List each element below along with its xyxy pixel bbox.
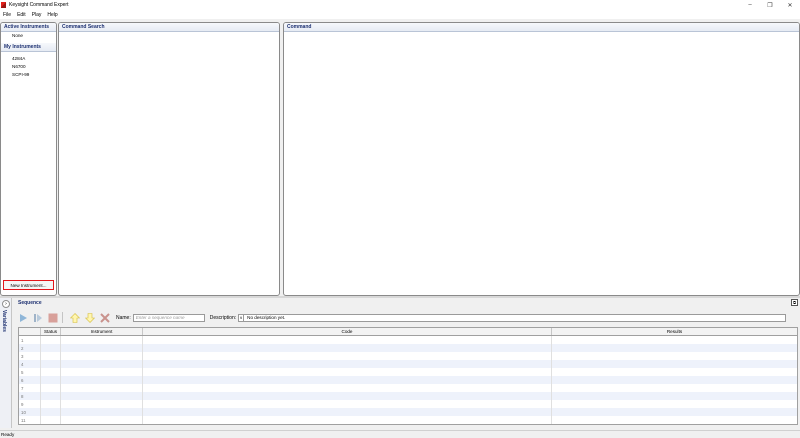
column-header-status[interactable]: Status xyxy=(41,328,61,335)
menu-play[interactable]: Play xyxy=(29,12,45,18)
my-instruments-header: My Instruments xyxy=(1,43,56,52)
instruments-panel: Active Instruments None My Instruments 4… xyxy=(0,22,57,296)
column-header-results[interactable]: Results xyxy=(552,328,797,335)
row-number: 8 xyxy=(19,392,41,400)
row-number: 4 xyxy=(19,360,41,368)
status-bar: Ready xyxy=(0,430,800,438)
toolbar-separator xyxy=(62,312,63,323)
command-header: Command xyxy=(284,23,799,32)
row-number: 10 xyxy=(19,408,41,416)
table-row[interactable]: 11 xyxy=(19,416,797,424)
menu-edit[interactable]: Edit xyxy=(14,12,29,18)
row-number: 11 xyxy=(19,416,41,424)
window-title: Keysight Command Expert xyxy=(9,2,69,8)
table-row[interactable]: 3 xyxy=(19,352,797,360)
grid-header: Status Instrument Code Results xyxy=(19,328,797,336)
delete-icon[interactable] xyxy=(98,311,111,324)
sequence-grid: Status Instrument Code Results 1 2 3 4 5… xyxy=(18,327,798,425)
row-number: 6 xyxy=(19,376,41,384)
column-header-instrument[interactable]: Instrument xyxy=(61,328,143,335)
minimize-button[interactable]: – xyxy=(740,0,760,10)
variables-label: Variables xyxy=(1,310,7,332)
active-instruments-header: Active Instruments xyxy=(1,23,56,32)
table-row[interactable]: 1 xyxy=(19,336,797,344)
sequence-panel: Sequence ⧉ Name: Enter a sequence name D… xyxy=(14,298,800,428)
sequence-toolbar: Name: Enter a sequence name Description:… xyxy=(14,310,800,325)
row-number: 2 xyxy=(19,344,41,352)
close-button[interactable]: ✕ xyxy=(780,0,800,10)
expand-variables-icon[interactable]: › xyxy=(2,300,10,308)
stop-icon[interactable] xyxy=(46,311,59,324)
move-up-icon[interactable] xyxy=(68,311,81,324)
app-logo-icon xyxy=(1,2,6,8)
table-row[interactable]: 5 xyxy=(19,368,797,376)
table-row[interactable]: 6 xyxy=(19,376,797,384)
menu-file[interactable]: File xyxy=(0,12,14,18)
table-row[interactable]: 7 xyxy=(19,384,797,392)
menu-bar: File Edit Play Help xyxy=(0,10,800,19)
table-row[interactable]: 8 xyxy=(19,392,797,400)
title-bar: Keysight Command Expert – ❐ ✕ xyxy=(0,0,800,10)
sequence-name-label: Name: xyxy=(116,314,131,321)
sequence-description-label: Description: xyxy=(209,314,237,321)
row-number: 9 xyxy=(19,400,41,408)
step-icon[interactable] xyxy=(31,311,44,324)
row-number: 1 xyxy=(19,336,41,344)
menu-help[interactable]: Help xyxy=(44,12,60,18)
column-header-number xyxy=(19,328,41,335)
table-row[interactable]: 10 xyxy=(19,408,797,416)
sequence-name-input[interactable]: Enter a sequence name xyxy=(132,313,205,322)
new-instrument-button[interactable]: New Instrument... xyxy=(3,280,54,290)
move-down-icon[interactable] xyxy=(83,311,96,324)
sequence-description-input[interactable]: No description yet. xyxy=(244,313,787,322)
row-number: 3 xyxy=(19,352,41,360)
command-search-header: Command Search xyxy=(59,23,279,32)
popout-icon[interactable]: ⧉ xyxy=(791,299,798,306)
instrument-item-scpi-99[interactable]: SCPI-99 xyxy=(1,71,56,79)
row-number: 7 xyxy=(19,384,41,392)
command-search-panel: Command Search xyxy=(58,22,280,296)
sequence-header: Sequence xyxy=(18,299,42,306)
window-controls: – ❐ ✕ xyxy=(740,0,800,10)
table-row[interactable]: 9 xyxy=(19,400,797,408)
command-panel: Command xyxy=(283,22,800,296)
instrument-item-n6700[interactable]: N6700 xyxy=(1,63,56,71)
restore-button[interactable]: ❐ xyxy=(760,0,780,10)
play-icon[interactable] xyxy=(16,311,29,324)
column-header-code[interactable]: Code xyxy=(143,328,552,335)
instrument-item-4284a[interactable]: 4284A xyxy=(1,55,56,63)
table-row[interactable]: 4 xyxy=(19,360,797,368)
row-number: 5 xyxy=(19,368,41,376)
table-row[interactable]: 2 xyxy=(19,344,797,352)
active-instrument-item[interactable]: None xyxy=(1,32,56,40)
variables-tab[interactable]: › Variables xyxy=(0,298,12,428)
